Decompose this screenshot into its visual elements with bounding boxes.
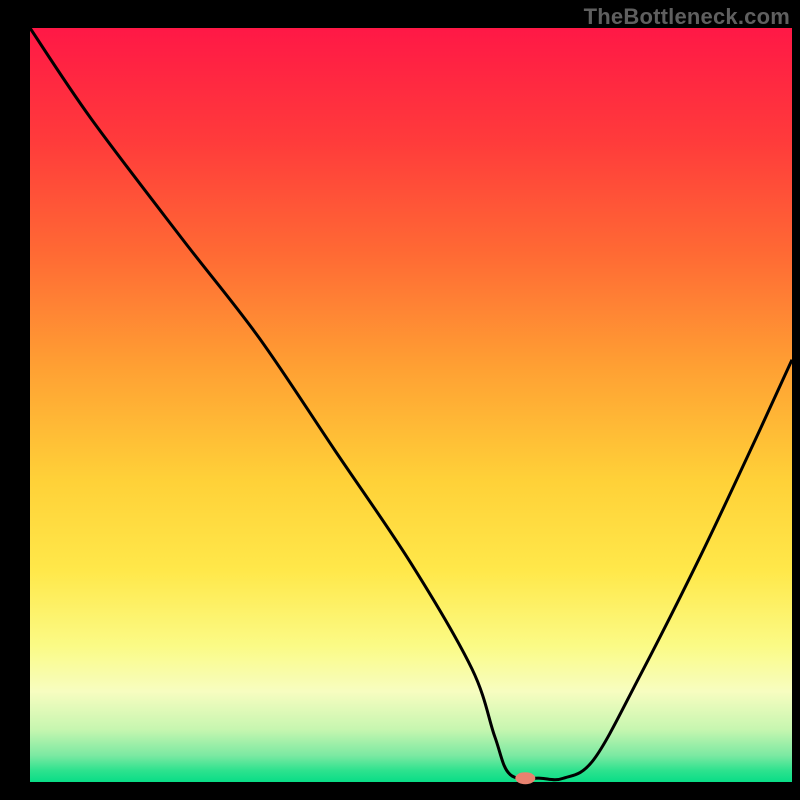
bottleneck-chart <box>0 0 800 800</box>
optimal-marker <box>515 772 535 784</box>
chart-frame: TheBottleneck.com <box>0 0 800 800</box>
watermark-text: TheBottleneck.com <box>584 4 790 30</box>
plot-background <box>30 28 792 782</box>
